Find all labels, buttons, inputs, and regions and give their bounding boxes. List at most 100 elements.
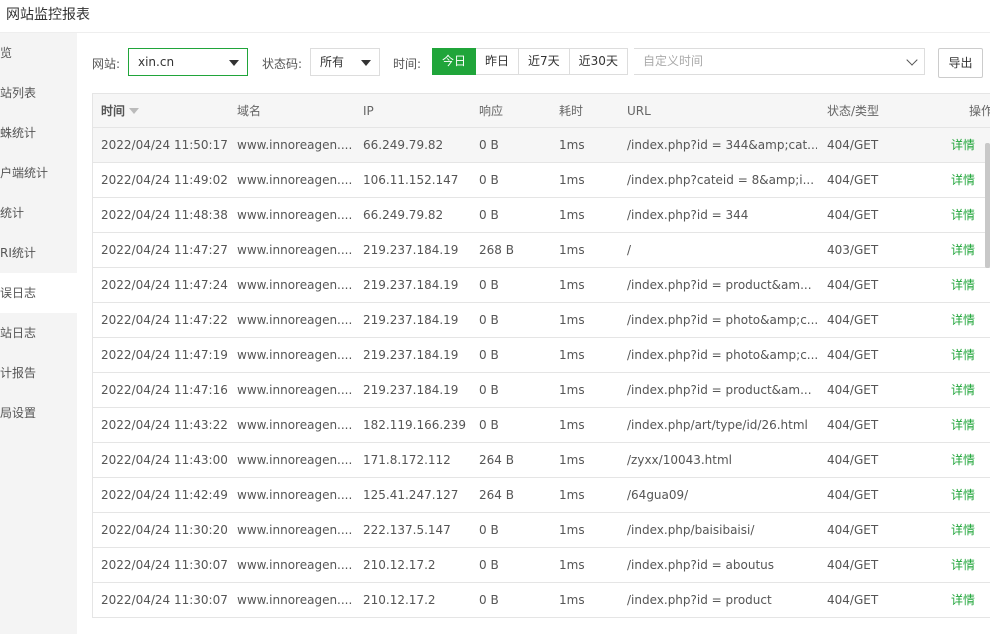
table-row[interactable]: 2022/04/24 11:30:07 www.innoreagen.... 210…: [93, 583, 990, 617]
cell-duration: 1ms: [559, 208, 585, 222]
cell-url: /index.php?id = photo&amp;c...: [627, 348, 817, 362]
column-header-domain: 域名: [237, 104, 262, 118]
table-row[interactable]: 2022/04/24 11:30:07 www.innoreagen.... 210…: [93, 548, 990, 583]
sidebar-item-uri-stats[interactable]: RI统计: [0, 233, 77, 273]
time-7days-button[interactable]: 近7天: [519, 48, 570, 75]
details-link[interactable]: 详情: [951, 548, 990, 582]
cell-status: 404/GET: [827, 173, 879, 187]
cell-response: 264 B: [479, 453, 514, 467]
cell-response: 0 B: [479, 523, 499, 537]
cell-domain: www.innoreagen....: [237, 208, 353, 222]
cell-url: /index.php?cateid = 8&amp;i...: [627, 173, 815, 187]
cell-duration: 1ms: [559, 418, 585, 432]
site-label: 网站:: [92, 57, 121, 71]
cell-response: 0 B: [479, 383, 499, 397]
cell-domain: www.innoreagen....: [237, 523, 353, 537]
sidebar-item-site-list[interactable]: 站列表: [0, 73, 77, 113]
details-link[interactable]: 详情: [951, 268, 990, 302]
table-row[interactable]: 2022/04/24 11:47:16 www.innoreagen.... 219…: [93, 373, 990, 408]
cell-ip: 182.119.166.239: [363, 418, 467, 432]
details-link[interactable]: 详情: [951, 513, 990, 547]
cell-duration: 1ms: [559, 558, 585, 572]
sidebar-item-spider-stats[interactable]: 蛛统计: [0, 113, 77, 153]
site-select-value: xin.cn: [138, 55, 175, 69]
time-yesterday-button[interactable]: 昨日: [476, 48, 520, 75]
sidebar-item-report[interactable]: 计报告: [0, 353, 77, 393]
cell-response: 0 B: [479, 173, 499, 187]
cell-domain: www.innoreagen....: [237, 278, 353, 292]
cell-duration: 1ms: [559, 243, 585, 257]
sidebar-item-settings[interactable]: 局设置: [0, 393, 77, 433]
cell-url: /zyxx/10043.html: [627, 453, 733, 467]
cell-ip: 210.12.17.2: [363, 558, 436, 572]
cell-ip: 66.249.79.82: [363, 208, 444, 222]
table-scrollbar[interactable]: [985, 143, 990, 268]
cell-status: 404/GET: [827, 208, 879, 222]
cell-url: /index.php/baisibaisi/: [627, 523, 755, 537]
sidebar-item-overview[interactable]: 览: [0, 33, 77, 73]
cell-domain: www.innoreagen....: [237, 173, 353, 187]
details-link[interactable]: 详情: [951, 583, 990, 617]
column-header-time[interactable]: 时间: [101, 94, 140, 128]
cell-response: 0 B: [479, 593, 499, 607]
cell-time: 2022/04/24 11:43:22: [101, 418, 228, 432]
details-link[interactable]: 详情: [951, 303, 990, 337]
cell-response: 0 B: [479, 208, 499, 222]
cell-url: /index.php?id = photo&amp;c...: [627, 313, 817, 327]
table-row[interactable]: 2022/04/24 11:30:20 www.innoreagen.... 222…: [93, 513, 990, 548]
custom-time-input[interactable]: 自定义时间: [634, 48, 925, 75]
cell-response: 0 B: [479, 313, 499, 327]
cell-domain: www.innoreagen....: [237, 453, 353, 467]
details-link[interactable]: 详情: [951, 478, 990, 512]
cell-time: 2022/04/24 11:30:07: [101, 593, 228, 607]
time-30days-button[interactable]: 近30天: [569, 48, 628, 75]
table-row[interactable]: 2022/04/24 11:47:19 www.innoreagen.... 219…: [93, 338, 990, 373]
table-row[interactable]: 2022/04/24 11:42:49 www.innoreagen.... 125…: [93, 478, 990, 513]
cell-ip: 125.41.247.127: [363, 488, 459, 502]
cell-status: 404/GET: [827, 138, 879, 152]
time-range-tabs: 今日 昨日 近7天 近30天: [432, 48, 628, 75]
status-code-select[interactable]: 所有: [310, 48, 380, 76]
table-row[interactable]: 2022/04/24 11:47:27 www.innoreagen.... 219…: [93, 233, 990, 268]
time-today-button[interactable]: 今日: [432, 48, 477, 75]
details-link[interactable]: 详情: [951, 373, 990, 407]
cell-domain: www.innoreagen....: [237, 138, 353, 152]
cell-time: 2022/04/24 11:48:38: [101, 208, 228, 222]
table-row[interactable]: 2022/04/24 11:49:02 www.innoreagen.... 106…: [93, 163, 990, 198]
cell-status: 404/GET: [827, 313, 879, 327]
cell-response: 0 B: [479, 418, 499, 432]
table-row[interactable]: 2022/04/24 11:43:00 www.innoreagen.... 171…: [93, 443, 990, 478]
cell-duration: 1ms: [559, 138, 585, 152]
sort-down-icon: [129, 108, 140, 114]
column-header-status: 状态/类型: [827, 104, 880, 118]
cell-response: 0 B: [479, 278, 499, 292]
site-select[interactable]: xin.cn: [128, 48, 248, 76]
error-log-table: 时间 域名 IP 响应 耗时 URL 状态/类型 操作 2022/04/24 1…: [92, 93, 990, 618]
column-header-response: 响应: [479, 104, 504, 118]
sidebar-item-site-log[interactable]: 站日志: [0, 313, 77, 353]
export-button[interactable]: 导出: [938, 48, 983, 78]
cell-ip: 219.237.184.19: [363, 278, 459, 292]
sidebar-item-client-stats[interactable]: 户端统计: [0, 153, 77, 193]
details-link[interactable]: 详情: [951, 443, 990, 477]
column-header-duration: 耗时: [559, 104, 584, 118]
cell-url: /index.php/art/type/id/26.html: [627, 418, 808, 432]
table-row[interactable]: 2022/04/24 11:47:24 www.innoreagen.... 219…: [93, 268, 990, 303]
cell-ip: 219.237.184.19: [363, 383, 459, 397]
cell-duration: 1ms: [559, 278, 585, 292]
cell-duration: 1ms: [559, 593, 585, 607]
window-title: 网站监控报表: [6, 7, 90, 23]
cell-domain: www.innoreagen....: [237, 313, 353, 327]
sidebar-item-ip-stats[interactable]: 统计: [0, 193, 77, 233]
sidebar-item-error-log[interactable]: 误日志: [0, 273, 77, 313]
cell-url: /index.php?id = 344&amp;cat...: [627, 138, 817, 152]
cell-duration: 1ms: [559, 523, 585, 537]
details-link[interactable]: 详情: [951, 338, 990, 372]
table-row[interactable]: 2022/04/24 11:47:22 www.innoreagen.... 219…: [93, 303, 990, 338]
details-link[interactable]: 详情: [951, 408, 990, 442]
table-row[interactable]: 2022/04/24 11:50:17 www.innoreagen.... 66.…: [93, 128, 990, 163]
cell-url: /index.php?id = product&am...: [627, 383, 812, 397]
table-row[interactable]: 2022/04/24 11:43:22 www.innoreagen.... 182…: [93, 408, 990, 443]
table-row[interactable]: 2022/04/24 11:48:38 www.innoreagen.... 66.…: [93, 198, 990, 233]
cell-ip: 219.237.184.19: [363, 243, 459, 257]
